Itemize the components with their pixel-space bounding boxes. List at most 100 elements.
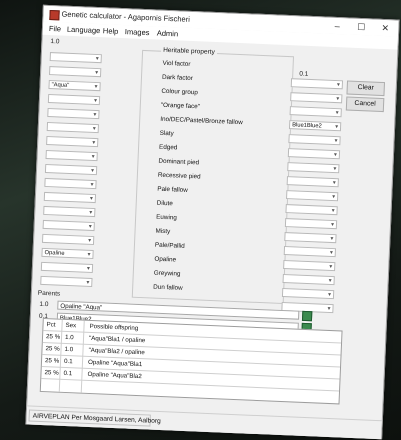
chevron-down-icon: ▼: [87, 223, 93, 230]
right-trait-select[interactable]: ▼: [284, 218, 338, 230]
chevron-down-icon: ▼: [329, 221, 336, 229]
chevron-down-icon: ▼: [335, 82, 341, 89]
left-trait-select[interactable]: ▼: [43, 205, 96, 218]
left-trait-select[interactable]: Opaline ▼: [41, 247, 94, 260]
left-trait-select[interactable]: ▼: [45, 149, 98, 162]
left-trait-select[interactable]: ▼: [46, 121, 99, 134]
chevron-down-icon: ▼: [326, 291, 333, 299]
left-parent-label: 1.0: [50, 38, 60, 46]
menu-admin[interactable]: Admin: [157, 29, 179, 39]
column-header-pct[interactable]: Pct: [46, 321, 55, 328]
chevron-down-icon: ▼: [331, 179, 337, 187]
menu-file[interactable]: File: [49, 24, 61, 33]
left-trait-select[interactable]: ▼: [47, 107, 100, 120]
right-trait-select[interactable]: ▼: [287, 162, 340, 174]
heritable-property-group: Heritable property Viol factor Dark fact…: [131, 46, 295, 305]
window-title: Genetic calculator - Agapornis Fischeri: [61, 9, 191, 24]
offspring-table[interactable]: Pct Sex Possible offspring 25 % 1.0 "Aqu…: [39, 317, 343, 405]
cell-sex: 0.1: [63, 369, 73, 378]
chevron-down-icon: ▼: [92, 111, 98, 119]
left-trait-select[interactable]: ▼: [47, 94, 101, 106]
chevron-down-icon: ▼: [334, 124, 340, 131]
minimize-icon[interactable]: –: [327, 20, 347, 33]
right-trait-select[interactable]: ▼: [286, 190, 339, 202]
chevron-down-icon: ▼: [326, 305, 332, 313]
right-trait-select[interactable]: ▼: [281, 287, 335, 300]
cancel-button[interactable]: Cancel: [345, 96, 385, 113]
trait-label: Dun fallow: [153, 283, 183, 292]
chevron-down-icon: ▼: [332, 151, 339, 159]
chevron-down-icon: ▼: [86, 251, 92, 258]
menu-images[interactable]: Images: [125, 27, 150, 37]
chevron-down-icon: ▼: [91, 139, 97, 147]
column-header-offspring[interactable]: Possible offspring: [89, 323, 138, 332]
cell-sex: 1.0: [64, 333, 74, 342]
clear-button[interactable]: Clear: [346, 80, 386, 97]
right-trait-select[interactable]: ▼: [290, 78, 344, 90]
chevron-down-icon: ▼: [94, 69, 100, 77]
left-trait-select[interactable]: ▼: [42, 219, 95, 232]
right-trait-select[interactable]: ▼: [283, 260, 336, 272]
chevron-down-icon: ▼: [85, 279, 91, 286]
left-trait-select[interactable]: "Aqua" ▼: [48, 80, 101, 92]
trait-label: Dark factor: [161, 73, 193, 83]
trait-label: Euwing: [156, 213, 177, 222]
chevron-down-icon: ▼: [88, 209, 94, 216]
left-trait-select[interactable]: ▼: [44, 163, 98, 176]
cell-offspring: "Aqua"Bla1 / opaline: [88, 334, 146, 345]
cell-pct: 25 %: [45, 333, 61, 341]
chevron-down-icon: ▼: [328, 263, 334, 271]
right-trait-select[interactable]: ▼: [290, 92, 343, 104]
chevron-down-icon: ▼: [328, 249, 334, 257]
right-trait-select[interactable]: ▼: [286, 176, 339, 188]
left-trait-select[interactable]: ▼: [49, 66, 102, 78]
chevron-down-icon: ▼: [89, 181, 95, 189]
select-value: "Aqua": [51, 82, 70, 89]
chevron-down-icon: ▼: [329, 235, 335, 243]
right-trait-select[interactable]: ▼: [284, 232, 337, 244]
trait-label: Opaline: [154, 255, 177, 264]
trait-label: Greywing: [153, 269, 181, 278]
chevron-down-icon: ▼: [94, 55, 100, 63]
left-trait-select[interactable]: ▼: [40, 275, 93, 288]
left-trait-select[interactable]: ▼: [49, 52, 102, 64]
right-trait-select[interactable]: ▼: [283, 246, 337, 258]
chevron-down-icon: ▼: [331, 193, 337, 201]
cell-offspring: Opaline "Aqua"Bla1: [87, 358, 143, 369]
left-trait-select[interactable]: ▼: [44, 177, 97, 190]
right-trait-select[interactable]: Blue1Blue2 ▼: [288, 120, 342, 132]
right-trait-select[interactable]: ▼: [287, 148, 341, 160]
trait-label: Edged: [158, 143, 178, 152]
male-color-swatch[interactable]: [301, 310, 313, 322]
status-text: AIRVEPLAN Per Mosgaard Larsen, Aalborg: [28, 409, 161, 427]
chevron-down-icon: ▼: [93, 83, 99, 91]
trait-label: Misty: [155, 227, 171, 236]
trait-label: Colour group: [161, 87, 198, 97]
left-trait-select[interactable]: ▼: [41, 233, 95, 246]
close-icon[interactable]: ✕: [375, 22, 395, 35]
chevron-down-icon: ▼: [92, 97, 99, 105]
chevron-down-icon: ▼: [89, 167, 96, 175]
menu-help[interactable]: Help: [103, 26, 119, 36]
status-bar: AIRVEPLAN Per Mosgaard Larsen, Aalborg: [26, 405, 382, 440]
trait-label: "Orange face": [160, 101, 201, 111]
chevron-down-icon: ▼: [330, 207, 336, 215]
left-trait-select[interactable]: ▼: [46, 135, 99, 148]
app-icon: [49, 9, 60, 21]
chevron-down-icon: ▼: [327, 277, 333, 285]
column-header-sex[interactable]: Sex: [65, 322, 76, 329]
cell-pct: 25 %: [44, 357, 60, 365]
left-trait-select[interactable]: ▼: [43, 191, 97, 204]
maximize-icon[interactable]: ☐: [351, 21, 371, 34]
right-trait-select[interactable]: ▼: [282, 273, 335, 286]
desktop-background: Genetic calculator - Agapornis Fischeri …: [0, 0, 401, 440]
trait-label: Dominant pied: [158, 157, 200, 167]
male-parent-label: 1.0: [39, 300, 49, 309]
chevron-down-icon: ▼: [88, 195, 94, 203]
right-trait-select[interactable]: ▼: [288, 134, 341, 146]
cell-sex: 1.0: [64, 345, 74, 354]
left-trait-select[interactable]: ▼: [40, 261, 94, 274]
right-trait-select[interactable]: ▼: [285, 204, 338, 216]
right-trait-select[interactable]: ▼: [289, 106, 342, 118]
menu-language[interactable]: Language: [67, 25, 101, 35]
